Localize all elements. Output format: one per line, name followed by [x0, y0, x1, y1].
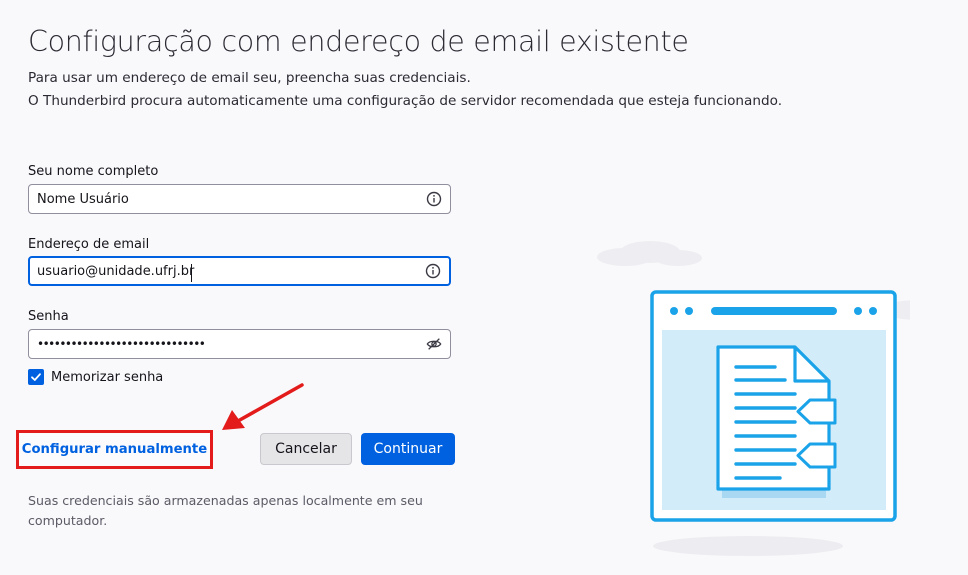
full-name-field[interactable] [28, 184, 451, 214]
password-label: Senha [28, 309, 69, 324]
email-field[interactable] [28, 256, 451, 286]
page-description-line-2: O Thunderbird procura automaticamente um… [28, 93, 783, 109]
credentials-footnote: Suas credenciais são armazenadas apenas … [28, 493, 423, 528]
info-icon[interactable] [426, 191, 442, 207]
remember-password-row[interactable]: Memorizar senha [28, 369, 163, 385]
email-label: Endereço de email [28, 237, 150, 252]
document-illustration [597, 241, 910, 556]
password-field[interactable] [28, 329, 451, 359]
remember-password-label: Memorizar senha [51, 369, 164, 385]
remember-password-checkbox[interactable] [28, 369, 44, 385]
full-name-input[interactable] [37, 185, 417, 213]
cancel-button[interactable]: Cancelar [260, 433, 352, 465]
checkmark-icon [31, 373, 41, 381]
page-description-line-1: Para usar um endereço de email seu, pree… [28, 70, 471, 86]
info-icon[interactable] [425, 263, 441, 279]
text-caret [191, 264, 192, 282]
password-input[interactable] [37, 330, 417, 358]
continue-button[interactable]: Continuar [361, 433, 455, 465]
annotation-arrow-icon [222, 383, 304, 430]
email-input[interactable] [37, 258, 417, 284]
page-title: Configuração com endereço de email exist… [28, 25, 689, 58]
eye-slash-icon[interactable] [426, 336, 442, 352]
full-name-label: Seu nome completo [28, 164, 159, 179]
configure-manually-button[interactable]: Configurar manualmente [16, 430, 213, 469]
